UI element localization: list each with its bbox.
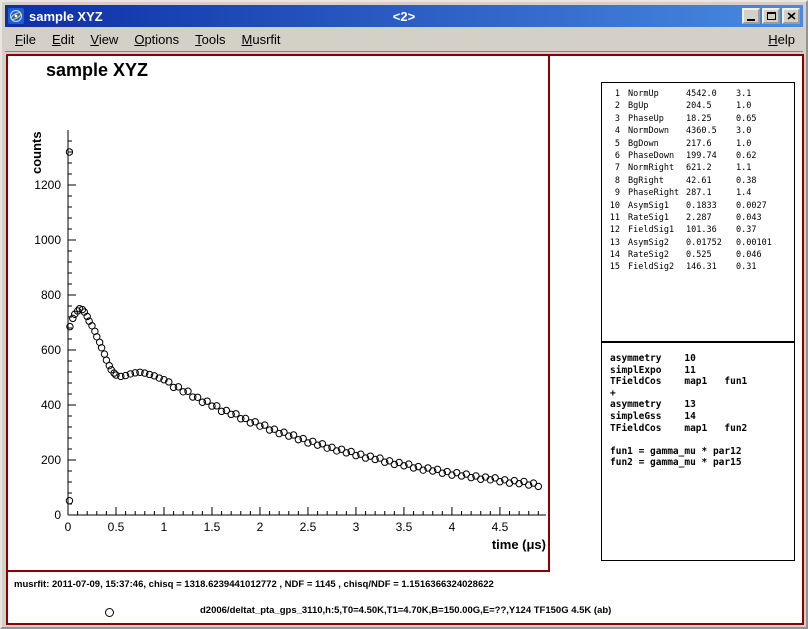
y-tick-label: 200 bbox=[41, 453, 61, 467]
y-tick-label: 800 bbox=[41, 288, 61, 302]
window-title-center: <2> bbox=[5, 9, 803, 24]
maximize-button[interactable] bbox=[762, 8, 780, 24]
parameter-row: 13AsymSig20.017520.00101 bbox=[602, 237, 794, 249]
parameter-row: 2BgUp204.51.0 bbox=[602, 100, 794, 112]
data-point bbox=[233, 411, 239, 417]
theory-line: TFieldCos map1 fun1 bbox=[610, 376, 794, 388]
theory-pane[interactable]: asymmetry 10simplExpo 11TFieldCos map1 f… bbox=[601, 342, 795, 561]
parameter-row: 10AsymSig10.18330.0027 bbox=[602, 200, 794, 212]
parameter-row: 4NormDown4360.53.0 bbox=[602, 125, 794, 137]
close-button[interactable] bbox=[782, 8, 800, 24]
legend-row: d2006/deltat_pta_gps_3110,h:5,T0=4.50K,T… bbox=[8, 605, 802, 619]
parameter-row: 1NormUp4542.03.1 bbox=[602, 88, 794, 100]
data-point bbox=[106, 362, 112, 368]
x-tick-label: 0.5 bbox=[108, 520, 125, 534]
parameters-pane[interactable]: 1NormUp4542.03.12BgUp204.51.03PhaseUp18.… bbox=[601, 82, 795, 342]
data-point bbox=[185, 388, 191, 394]
fit-info-text: musrfit: 2011-07-09, 15:37:46, chisq = 1… bbox=[14, 579, 494, 590]
parameter-row: 6PhaseDown199.740.62 bbox=[602, 150, 794, 162]
legend-text: d2006/deltat_pta_gps_3110,h:5,T0=4.50K,T… bbox=[200, 605, 611, 616]
menu-item-options[interactable]: Options bbox=[126, 30, 187, 49]
theory-line: simpleGss 14 bbox=[610, 411, 794, 423]
theory-line: asymmetry 10 bbox=[610, 353, 794, 365]
x-tick-label: 4 bbox=[449, 520, 456, 534]
data-point bbox=[214, 403, 220, 409]
x-tick-label: 2 bbox=[257, 520, 264, 534]
menu-bar: FileEditViewOptionsToolsMusrfit Help bbox=[5, 29, 803, 50]
parameter-row: 7NormRight621.21.1 bbox=[602, 162, 794, 174]
theory-line bbox=[610, 434, 794, 446]
theory-lines: asymmetry 10simplExpo 11TFieldCos map1 f… bbox=[610, 353, 794, 469]
data-point bbox=[70, 315, 76, 321]
parameter-row: 14RateSig20.5250.046 bbox=[602, 249, 794, 261]
menu-item-help[interactable]: Help bbox=[760, 30, 803, 49]
menu-items-right: Help bbox=[760, 30, 803, 49]
window-title: sample XYZ bbox=[29, 9, 103, 24]
y-axis-title: counts bbox=[29, 131, 44, 174]
x-tick-label: 1 bbox=[161, 520, 168, 534]
x-tick-label: 0 bbox=[65, 520, 72, 534]
data-point bbox=[101, 351, 107, 357]
theory-line: + bbox=[610, 388, 794, 400]
plot-svg: time (μs) counts 0 0.5 1 1.5 2 2.5 3 3.5 4 4.5 0 20… bbox=[8, 56, 548, 570]
data-point bbox=[535, 483, 541, 489]
y-tick-label: 1000 bbox=[34, 233, 61, 247]
parameter-row: 8BgRight42.610.38 bbox=[602, 175, 794, 187]
close-icon bbox=[787, 12, 796, 20]
parameter-row: 3PhaseUp18.250.65 bbox=[602, 113, 794, 125]
menu-items-left: FileEditViewOptionsToolsMusrfit bbox=[7, 30, 289, 49]
app-icon bbox=[8, 8, 24, 24]
title-bar[interactable]: sample XYZ <2> bbox=[5, 5, 803, 27]
data-point bbox=[194, 394, 200, 400]
theory-line: asymmetry 13 bbox=[610, 399, 794, 411]
data-point bbox=[66, 498, 72, 504]
y-tick-label: 1200 bbox=[34, 178, 61, 192]
menu-item-edit[interactable]: Edit bbox=[44, 30, 82, 49]
theory-line: fun1 = gamma_mu * par12 bbox=[610, 446, 794, 458]
parameter-row: 9PhaseRight287.11.4 bbox=[602, 187, 794, 199]
theory-line: TFieldCos map1 fun2 bbox=[610, 423, 794, 435]
y-tick-label: 0 bbox=[54, 508, 61, 522]
x-tick-label: 3.5 bbox=[396, 520, 413, 534]
parameter-row: 11RateSig12.2870.043 bbox=[602, 212, 794, 224]
menu-item-file[interactable]: File bbox=[7, 30, 44, 49]
menu-item-view[interactable]: View bbox=[82, 30, 126, 49]
x-tick-label: 1.5 bbox=[204, 520, 221, 534]
x-axis-title: time (μs) bbox=[492, 537, 546, 552]
x-tick-label: 4.5 bbox=[492, 520, 509, 534]
theory-line: simplExpo 11 bbox=[610, 365, 794, 377]
window-controls bbox=[742, 8, 800, 24]
minimize-button[interactable] bbox=[742, 8, 760, 24]
root-canvas[interactable]: time (μs) counts 0 0.5 1 1.5 2 2.5 3 3.5 4 4.5 0 20… bbox=[6, 54, 804, 625]
parameter-row: 12FieldSig1101.360.37 bbox=[602, 224, 794, 236]
parameter-row: 5BgDown217.61.0 bbox=[602, 138, 794, 150]
data-point bbox=[175, 384, 181, 390]
y-tick-label: 400 bbox=[41, 398, 61, 412]
parameter-row: 15FieldSig2146.310.31 bbox=[602, 261, 794, 273]
theory-line: fun2 = gamma_mu * par15 bbox=[610, 457, 794, 469]
application-window: sample XYZ <2> FileEditViewOptionsToolsM… bbox=[0, 0, 808, 629]
x-tick-label: 3 bbox=[353, 520, 360, 534]
menu-item-musrfit[interactable]: Musrfit bbox=[234, 30, 289, 49]
open-circle-marker-icon bbox=[105, 608, 114, 617]
minimize-icon bbox=[747, 19, 755, 21]
data-point bbox=[98, 345, 104, 351]
plot-title: sample XYZ bbox=[46, 60, 148, 81]
menu-item-tools[interactable]: Tools bbox=[187, 30, 233, 49]
x-tick-label: 2.5 bbox=[300, 520, 317, 534]
main-plot-pad[interactable]: time (μs) counts 0 0.5 1 1.5 2 2.5 3 3.5 4 4.5 0 20… bbox=[8, 56, 550, 572]
y-tick-label: 600 bbox=[41, 343, 61, 357]
maximize-icon bbox=[767, 12, 776, 20]
parameters-list: 1NormUp4542.03.12BgUp204.51.03PhaseUp18.… bbox=[602, 88, 794, 274]
